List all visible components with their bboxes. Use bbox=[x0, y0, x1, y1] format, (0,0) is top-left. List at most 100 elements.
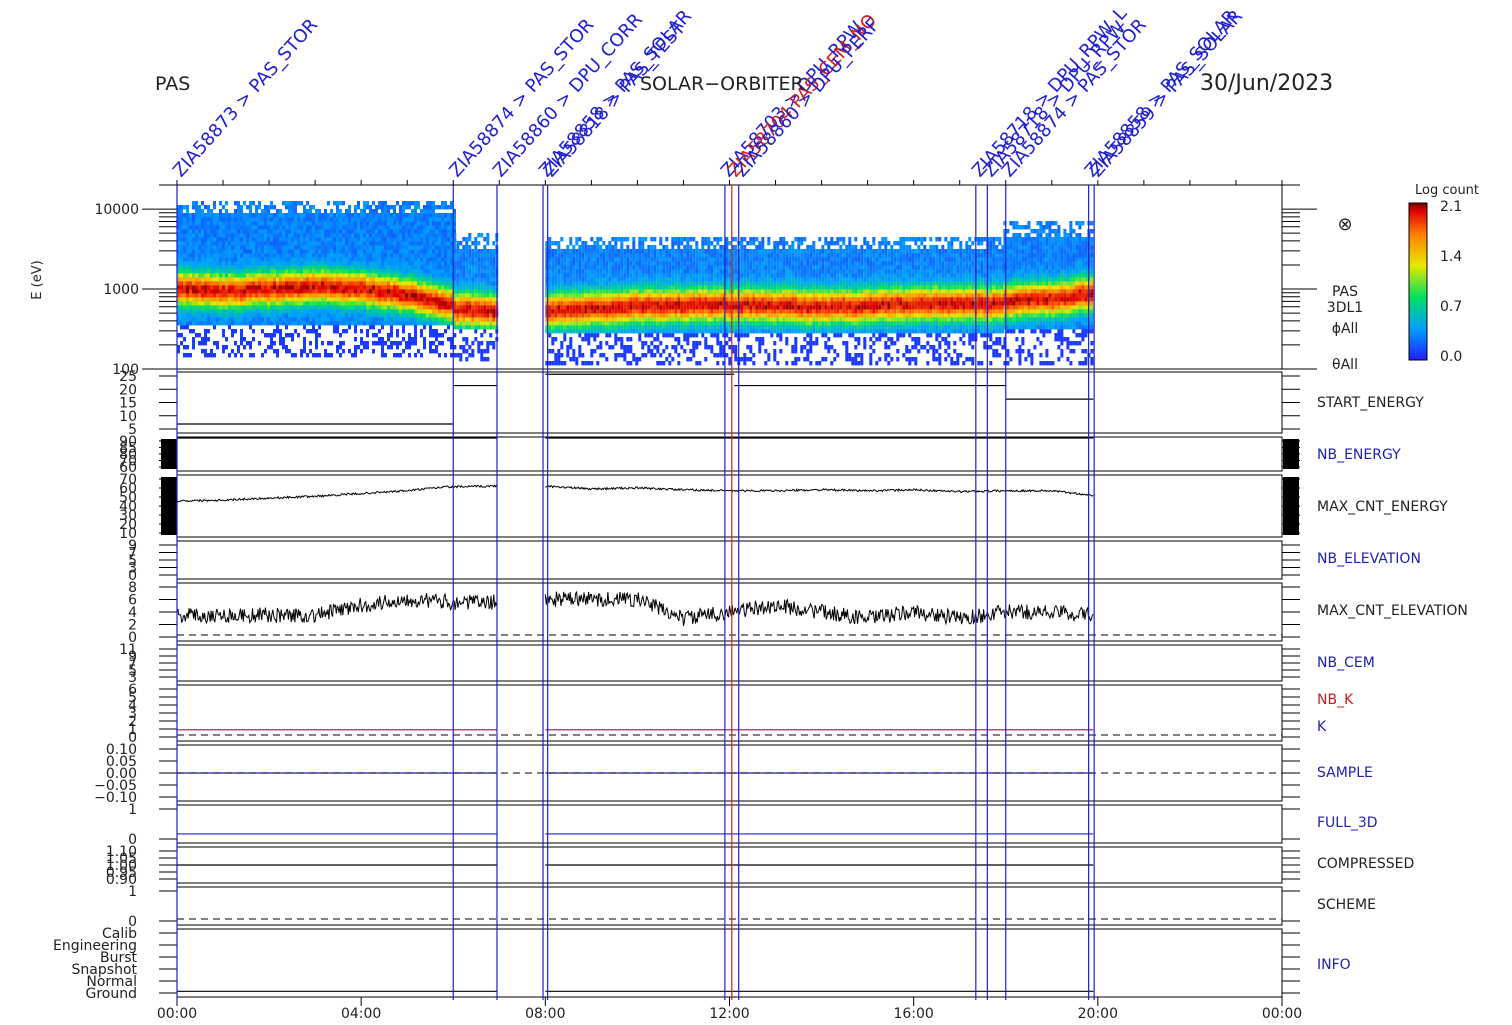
spectrogram-cell bbox=[297, 225, 300, 230]
spectrogram-cell bbox=[707, 257, 711, 262]
spectrogram-cell bbox=[378, 341, 381, 346]
spectrogram-cell bbox=[234, 229, 237, 234]
spectrogram-cell bbox=[273, 321, 276, 326]
spectrogram-cell bbox=[312, 325, 315, 330]
spectrogram-cell bbox=[719, 349, 723, 354]
spectrogram-cell bbox=[444, 281, 447, 286]
spectrogram-cell bbox=[474, 309, 478, 314]
spectrogram-cell bbox=[468, 261, 472, 266]
spectrogram-cell bbox=[228, 309, 231, 314]
spectrogram-cell bbox=[566, 293, 570, 298]
spectrogram-cell bbox=[327, 321, 330, 326]
spectrogram-cell bbox=[707, 281, 711, 286]
spectrogram-cell bbox=[614, 313, 618, 318]
spectrogram-cell bbox=[707, 297, 711, 302]
spectrogram-cell bbox=[629, 265, 633, 270]
spectrogram-cell bbox=[264, 221, 267, 226]
spectrogram-cell bbox=[441, 245, 444, 250]
spectrogram-cell bbox=[267, 309, 270, 314]
spectrogram-cell bbox=[354, 317, 357, 322]
spectrogram-cell bbox=[378, 281, 381, 286]
spectrogram-cell bbox=[399, 317, 402, 322]
spectrogram-cell bbox=[201, 225, 204, 230]
spectrogram-cell bbox=[698, 265, 702, 270]
spectrogram-cell bbox=[575, 321, 579, 326]
spectrogram-cell bbox=[590, 265, 594, 270]
spectrogram-cell bbox=[435, 345, 438, 350]
spectrogram-cell bbox=[327, 265, 330, 270]
spectrogram-cell bbox=[572, 293, 576, 298]
spectrogram-cell bbox=[486, 289, 490, 294]
spectrogram-cell bbox=[620, 353, 624, 358]
spectrogram-cell bbox=[557, 289, 561, 294]
spectrogram-cell bbox=[719, 305, 723, 310]
spectrogram-cell bbox=[725, 325, 729, 330]
spectrogram-cell bbox=[342, 269, 345, 274]
spectrogram-cell bbox=[405, 309, 408, 314]
spectrogram-cell bbox=[710, 317, 714, 322]
spectrogram-cell bbox=[638, 277, 642, 282]
spectrogram-cell bbox=[399, 237, 402, 242]
spectrogram-cell bbox=[351, 285, 354, 290]
spectrogram-cell bbox=[246, 205, 249, 210]
spectrogram-cell bbox=[653, 265, 657, 270]
spectrogram-cell bbox=[572, 261, 576, 266]
spectrogram-cell bbox=[321, 313, 324, 318]
spectrogram-cell bbox=[444, 277, 447, 282]
spectrogram-cell bbox=[213, 289, 216, 294]
spectrogram-cell bbox=[566, 265, 570, 270]
spectrogram-cell bbox=[414, 237, 417, 242]
spectrogram-cell bbox=[189, 293, 192, 298]
spectrogram-cell bbox=[375, 225, 378, 230]
spectrogram-cell bbox=[593, 261, 597, 266]
spectrogram-cell bbox=[638, 293, 642, 298]
spectrogram-cell bbox=[719, 321, 723, 326]
spectrogram-cell bbox=[237, 289, 240, 294]
spectrogram-cell bbox=[489, 309, 493, 314]
spectrogram-cell bbox=[444, 285, 447, 290]
spectrogram-cell bbox=[719, 317, 723, 322]
spectrogram-cell bbox=[713, 273, 717, 278]
spectrogram-cell bbox=[390, 233, 393, 238]
spectrogram-cell bbox=[255, 249, 258, 254]
spectrogram-cell bbox=[563, 309, 567, 314]
spectrogram-cell bbox=[183, 293, 186, 298]
spectrogram-cell bbox=[698, 293, 702, 298]
spectrogram-cell bbox=[204, 245, 207, 250]
spectrogram-cell bbox=[336, 313, 339, 318]
spectrogram-cell bbox=[264, 281, 267, 286]
spectrogram-cell bbox=[369, 253, 372, 258]
spectrogram-cell bbox=[339, 249, 342, 254]
spectrogram-cell bbox=[324, 225, 327, 230]
spectrogram-cell bbox=[273, 317, 276, 322]
spectrogram-cell bbox=[674, 349, 678, 354]
spectrogram-cell bbox=[465, 269, 469, 274]
spectrogram-cell bbox=[339, 297, 342, 302]
spectrogram-cell bbox=[357, 305, 360, 310]
spectrogram-cell bbox=[447, 241, 450, 246]
spectrogram-cell bbox=[402, 313, 405, 318]
spectrogram-cell bbox=[255, 309, 258, 314]
spectrogram-cell bbox=[228, 293, 231, 298]
spectrogram-cell bbox=[450, 345, 453, 350]
spectrogram-cell bbox=[432, 309, 435, 314]
spectrogram-cell bbox=[614, 261, 618, 266]
spectrogram-cell bbox=[632, 285, 636, 290]
spectrogram-cell bbox=[411, 285, 414, 290]
spectrogram-cell bbox=[581, 301, 585, 306]
spectrogram-cell bbox=[249, 233, 252, 238]
spectrogram-cell bbox=[198, 313, 201, 318]
spectrogram-cell bbox=[459, 309, 463, 314]
spectrogram-cell bbox=[677, 361, 681, 366]
spectrogram-cell bbox=[554, 309, 558, 314]
spectrogram-cell bbox=[641, 325, 645, 330]
spectrogram-cell bbox=[336, 301, 339, 306]
spectrogram-cell bbox=[462, 309, 466, 314]
spectrogram-cell bbox=[450, 341, 453, 346]
spectrogram-cell bbox=[420, 217, 423, 222]
spectrogram-cell bbox=[339, 245, 342, 250]
spectrogram-cell bbox=[641, 297, 645, 302]
spectrogram-cell bbox=[333, 213, 336, 218]
spectrogram-cell bbox=[222, 257, 225, 262]
spectrogram-cell bbox=[456, 313, 460, 318]
